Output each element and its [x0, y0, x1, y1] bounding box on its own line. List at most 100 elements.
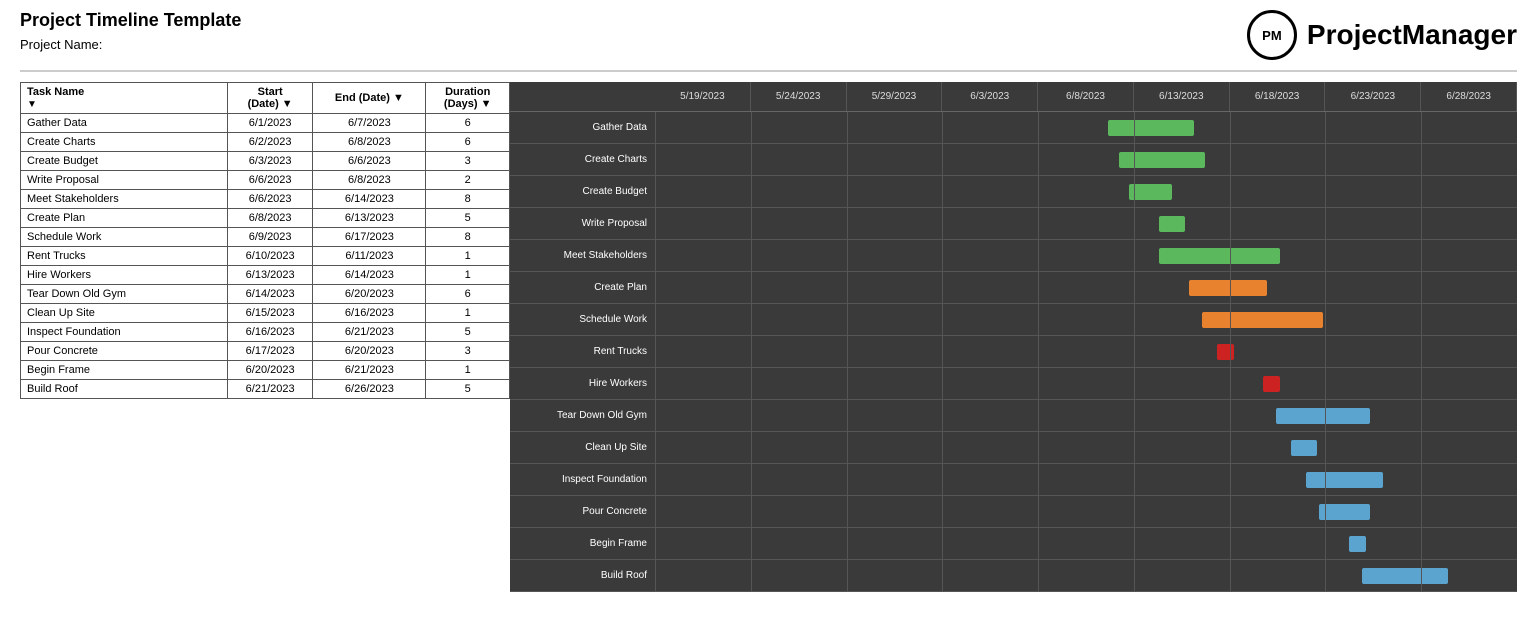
task-duration-cell: 5 [426, 380, 510, 399]
gantt-row-label: Inspect Foundation [510, 464, 655, 496]
gantt-date-label: 5/24/2023 [751, 82, 847, 111]
gantt-row-label: Hire Workers [510, 368, 655, 400]
task-start-cell: 6/21/2023 [227, 380, 312, 399]
brand-name: ProjectManager [1307, 19, 1517, 51]
gantt-bar [1119, 152, 1205, 168]
gantt-row-label: Write Proposal [510, 208, 655, 240]
task-name-cell: Hire Workers [21, 266, 228, 285]
gantt-row-label: Begin Frame [510, 528, 655, 560]
task-table: Task Name▼ Start(Date) ▼ End (Date) ▼ Du… [20, 82, 510, 399]
task-end-cell: 6/20/2023 [313, 342, 426, 361]
task-start-cell: 6/15/2023 [227, 304, 312, 323]
pm-logo-icon: PM [1247, 10, 1297, 60]
col-duration: Duration(Days) ▼ [426, 83, 510, 114]
task-name-cell: Gather Data [21, 114, 228, 133]
gantt-labels: Gather DataCreate ChartsCreate BudgetWri… [510, 82, 655, 592]
col-start: Start(Date) ▼ [227, 83, 312, 114]
task-name-cell: Inspect Foundation [21, 323, 228, 342]
task-name-cell: Schedule Work [21, 228, 228, 247]
gantt-row-label: Tear Down Old Gym [510, 400, 655, 432]
task-end-cell: 6/16/2023 [313, 304, 426, 323]
task-start-cell: 6/2/2023 [227, 133, 312, 152]
task-start-cell: 6/16/2023 [227, 323, 312, 342]
task-end-cell: 6/8/2023 [313, 171, 426, 190]
task-duration-cell: 8 [426, 228, 510, 247]
task-duration-cell: 6 [426, 114, 510, 133]
gantt-bar-row [655, 432, 1517, 464]
task-end-cell: 6/17/2023 [313, 228, 426, 247]
gantt-date-header: 5/19/20235/24/20235/29/20236/3/20236/8/2… [655, 82, 1517, 112]
gantt-date-label: 6/8/2023 [1038, 82, 1134, 111]
col-end: End (Date) ▼ [313, 83, 426, 114]
table-row: Rent Trucks 6/10/2023 6/11/2023 1 [21, 247, 510, 266]
gantt-bar-row [655, 144, 1517, 176]
task-duration-cell: 6 [426, 133, 510, 152]
gantt-bar [1129, 184, 1172, 200]
gantt-bar [1291, 440, 1317, 456]
gantt-row-label: Gather Data [510, 112, 655, 144]
table-row: Write Proposal 6/6/2023 6/8/2023 2 [21, 171, 510, 190]
task-start-cell: 6/13/2023 [227, 266, 312, 285]
gantt-bar [1159, 216, 1185, 232]
header-left: Project Timeline Template Project Name: [20, 10, 241, 52]
gantt-bar-row [655, 208, 1517, 240]
task-end-cell: 6/26/2023 [313, 380, 426, 399]
task-end-cell: 6/20/2023 [313, 285, 426, 304]
task-name-cell: Meet Stakeholders [21, 190, 228, 209]
task-duration-cell: 3 [426, 152, 510, 171]
gantt-bar [1276, 408, 1371, 424]
task-end-cell: 6/11/2023 [313, 247, 426, 266]
gantt-bar-row [655, 304, 1517, 336]
gantt-row-label: Clean Up Site [510, 432, 655, 464]
table-row: Create Plan 6/8/2023 6/13/2023 5 [21, 209, 510, 228]
task-start-cell: 6/1/2023 [227, 114, 312, 133]
task-end-cell: 6/7/2023 [313, 114, 426, 133]
task-end-cell: 6/6/2023 [313, 152, 426, 171]
gantt-bar-row [655, 528, 1517, 560]
gantt-date-label: 6/3/2023 [942, 82, 1038, 111]
table-row: Clean Up Site 6/15/2023 6/16/2023 1 [21, 304, 510, 323]
gantt-bars-area: 5/19/20235/24/20235/29/20236/3/20236/8/2… [655, 82, 1517, 592]
gantt-bar [1263, 376, 1280, 392]
gantt-bar-row [655, 464, 1517, 496]
gantt-bar [1202, 312, 1323, 328]
gantt-date-label: 5/29/2023 [847, 82, 943, 111]
gantt-row-label: Create Budget [510, 176, 655, 208]
gantt-date-label: 6/13/2023 [1134, 82, 1230, 111]
table-row: Create Budget 6/3/2023 6/6/2023 3 [21, 152, 510, 171]
gantt-date-label: 6/28/2023 [1421, 82, 1517, 111]
gantt-date-label: 5/19/2023 [655, 82, 751, 111]
table-row: Build Roof 6/21/2023 6/26/2023 5 [21, 380, 510, 399]
gantt-bar [1319, 504, 1371, 520]
gantt-bar-row [655, 400, 1517, 432]
gantt-date-label: 6/23/2023 [1325, 82, 1421, 111]
gantt-bars [655, 112, 1517, 592]
gantt-chart: Gather DataCreate ChartsCreate BudgetWri… [510, 82, 1517, 592]
gantt-bar-row [655, 112, 1517, 144]
gantt-bar [1189, 280, 1267, 296]
gantt-bar-row [655, 176, 1517, 208]
gantt-bar-row [655, 336, 1517, 368]
gantt-bar [1159, 248, 1280, 264]
table-row: Create Charts 6/2/2023 6/8/2023 6 [21, 133, 510, 152]
task-duration-cell: 1 [426, 304, 510, 323]
gantt-row-label: Pour Concrete [510, 496, 655, 528]
gantt-row-label: Create Charts [510, 144, 655, 176]
page: Project Timeline Template Project Name: … [0, 0, 1537, 641]
task-end-cell: 6/13/2023 [313, 209, 426, 228]
task-end-cell: 6/21/2023 [313, 361, 426, 380]
task-duration-cell: 5 [426, 209, 510, 228]
task-start-cell: 6/20/2023 [227, 361, 312, 380]
gantt-bar-row [655, 496, 1517, 528]
task-start-cell: 6/10/2023 [227, 247, 312, 266]
task-duration-cell: 1 [426, 247, 510, 266]
task-duration-cell: 1 [426, 266, 510, 285]
task-start-cell: 6/6/2023 [227, 190, 312, 209]
task-start-cell: 6/8/2023 [227, 209, 312, 228]
task-name-cell: Rent Trucks [21, 247, 228, 266]
task-duration-cell: 5 [426, 323, 510, 342]
task-duration-cell: 6 [426, 285, 510, 304]
task-name-cell: Build Roof [21, 380, 228, 399]
task-start-cell: 6/14/2023 [227, 285, 312, 304]
page-title: Project Timeline Template [20, 10, 241, 31]
